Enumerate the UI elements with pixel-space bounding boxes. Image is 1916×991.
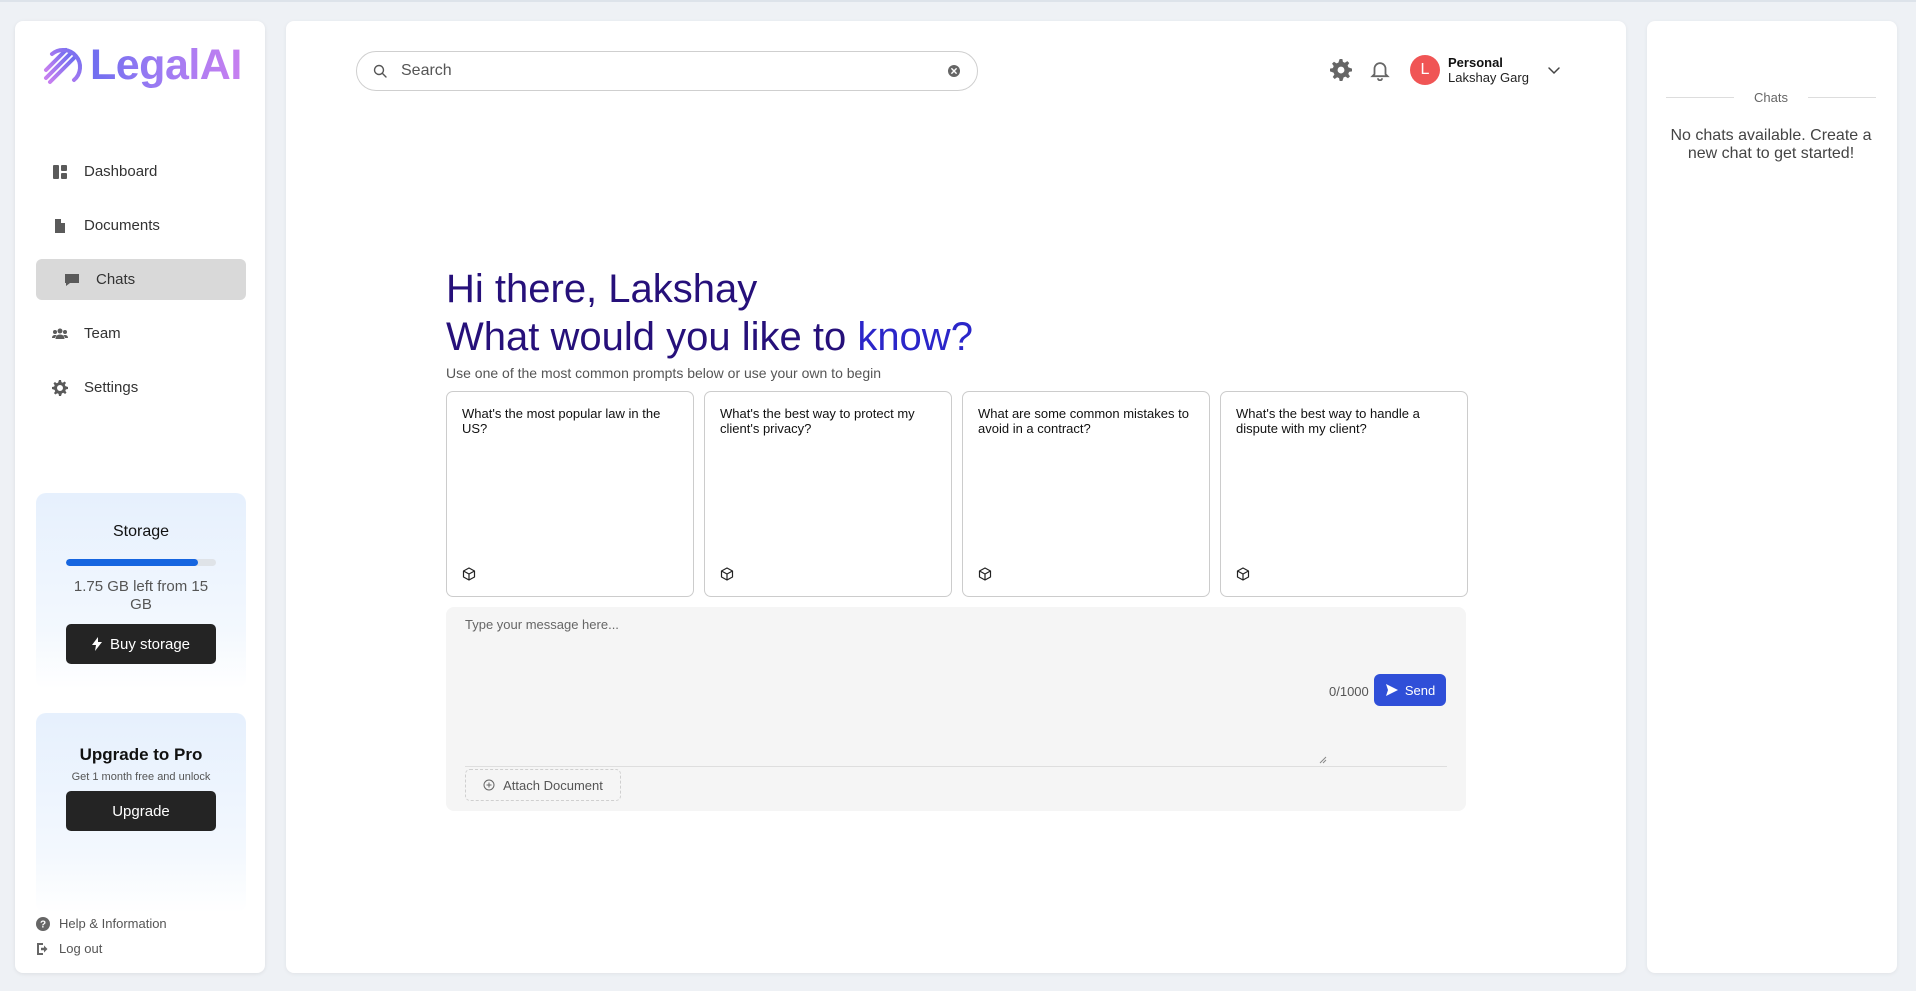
logo-text: LegalAI — [90, 41, 242, 89]
prompt-cards: What's the most popular law in the US? W… — [446, 391, 1468, 597]
message-input[interactable] — [465, 615, 1327, 771]
greeting-question: What would you like to know? — [446, 313, 973, 361]
message-composer: 0/1000 Send Attach Document — [446, 607, 1466, 811]
search-bar[interactable] — [356, 51, 978, 91]
sidebar-nav: Dashboard Documents Chats Team Settings — [36, 151, 246, 421]
prompt-card[interactable]: What are some common mistakes to avoid i… — [962, 391, 1210, 597]
attach-document-label: Attach Document — [503, 777, 603, 793]
chats-panel-title: Chats — [1754, 90, 1788, 105]
sidebar-item-team[interactable]: Team — [36, 313, 246, 354]
team-icon — [52, 328, 68, 339]
upgrade-button[interactable]: Upgrade — [66, 791, 216, 831]
divider — [1666, 97, 1735, 98]
prompt-text: What's the most popular law in the US? — [462, 406, 661, 436]
account-type: Personal — [1448, 55, 1503, 70]
chat-icon — [65, 273, 79, 286]
prompt-text: What's the best way to handle a dispute … — [1236, 406, 1420, 436]
sidebar: LegalAI Dashboard Documents Chats Team S… — [15, 21, 265, 973]
sidebar-footer: ? Help & Information Log out — [36, 911, 167, 961]
buy-storage-label: Buy storage — [109, 635, 191, 653]
upgrade-pro-subtitle: Get 1 month free and unlock — [71, 771, 211, 783]
logout-link-label: Log out — [59, 941, 103, 956]
upgrade-pro-card: Upgrade to Pro Get 1 month free and unlo… — [36, 713, 246, 913]
avatar-initial: L — [1420, 61, 1430, 78]
logout-icon — [37, 942, 48, 955]
logo-icon — [44, 47, 82, 84]
prompt-text: What's the best way to protect my client… — [720, 406, 915, 436]
send-icon — [1385, 684, 1398, 696]
storage-text: 1.75 GB left from 15 GB — [73, 578, 209, 613]
sidebar-item-settings[interactable]: Settings — [36, 367, 246, 408]
storage-card: Storage 1.75 GB left from 15 GB Buy stor… — [36, 493, 246, 689]
sidebar-item-label: Dashboard — [84, 163, 158, 180]
divider — [1807, 97, 1876, 98]
logo[interactable]: LegalAI — [40, 41, 242, 90]
cube-icon — [1236, 567, 1250, 581]
greeting-question-text: What would you like to — [446, 315, 858, 359]
storage-progress-fill — [66, 559, 199, 566]
upgrade-pro-title: Upgrade to Pro — [79, 745, 203, 764]
chats-empty-state: No chats available. Create a new chat to… — [1670, 127, 1872, 162]
composer-divider — [465, 766, 1447, 767]
clear-search-icon[interactable] — [947, 64, 961, 78]
upgrade-button-label: Upgrade — [112, 802, 170, 820]
buy-storage-button[interactable]: Buy storage — [66, 624, 216, 664]
logout-link[interactable]: Log out — [36, 936, 167, 961]
storage-progress-bar — [66, 559, 216, 566]
greeting-subtitle: Use one of the most common prompts below… — [446, 365, 881, 381]
bell-icon[interactable] — [1369, 59, 1391, 81]
help-link-label: Help & Information — [59, 916, 167, 931]
resize-grip-icon[interactable] — [1317, 754, 1327, 764]
header-actions: L Personal Lakshay Garg — [1330, 55, 1561, 85]
send-button-label: Send — [1404, 682, 1436, 698]
user-info[interactable]: Personal Lakshay Garg — [1448, 55, 1529, 85]
sidebar-item-documents[interactable]: Documents — [36, 205, 246, 246]
sidebar-item-chats[interactable]: Chats — [36, 259, 246, 300]
lightning-icon — [91, 637, 102, 651]
sidebar-item-dashboard[interactable]: Dashboard — [36, 151, 246, 192]
help-link[interactable]: ? Help & Information — [36, 911, 167, 936]
prompt-card[interactable]: What's the most popular law in the US? — [446, 391, 694, 597]
sidebar-item-label: Chats — [96, 271, 136, 288]
gear-icon — [52, 379, 68, 396]
storage-title: Storage — [112, 523, 170, 540]
svg-text:?: ? — [40, 919, 46, 930]
sidebar-item-label: Settings — [84, 379, 139, 396]
window-top-border — [0, 0, 1916, 2]
help-icon: ? — [36, 916, 50, 931]
attach-document-button[interactable]: Attach Document — [465, 769, 621, 801]
plus-circle-icon — [483, 779, 495, 791]
chevron-down-icon[interactable] — [1547, 63, 1561, 77]
settings-gear-icon[interactable] — [1330, 59, 1352, 81]
prompt-text: What are some common mistakes to avoid i… — [978, 406, 1189, 436]
sidebar-item-label: Documents — [84, 217, 160, 234]
dashboard-icon — [53, 164, 67, 179]
search-input[interactable] — [401, 62, 947, 80]
greeting-question-highlight: know? — [857, 315, 973, 359]
prompt-card[interactable]: What's the best way to protect my client… — [704, 391, 952, 597]
cube-icon — [720, 567, 734, 581]
char-count: 0/1000 — [1329, 684, 1369, 699]
user-name: Lakshay Garg — [1448, 70, 1529, 85]
send-button[interactable]: Send — [1374, 674, 1446, 706]
search-icon — [373, 64, 387, 78]
greeting: Hi there, Lakshay What would you like to… — [446, 265, 973, 381]
document-icon — [55, 218, 65, 233]
greeting-title: Hi there, Lakshay — [446, 267, 758, 311]
chats-panel: Chats No chats available. Create a new c… — [1647, 21, 1897, 973]
cube-icon — [978, 567, 992, 581]
cube-icon — [462, 567, 476, 581]
avatar[interactable]: L — [1410, 55, 1440, 85]
chats-panel-header: Chats — [1666, 90, 1876, 105]
prompt-card[interactable]: What's the best way to handle a dispute … — [1220, 391, 1468, 597]
sidebar-item-label: Team — [84, 325, 121, 342]
main-panel: L Personal Lakshay Garg Hi there, Laksha… — [286, 21, 1626, 973]
